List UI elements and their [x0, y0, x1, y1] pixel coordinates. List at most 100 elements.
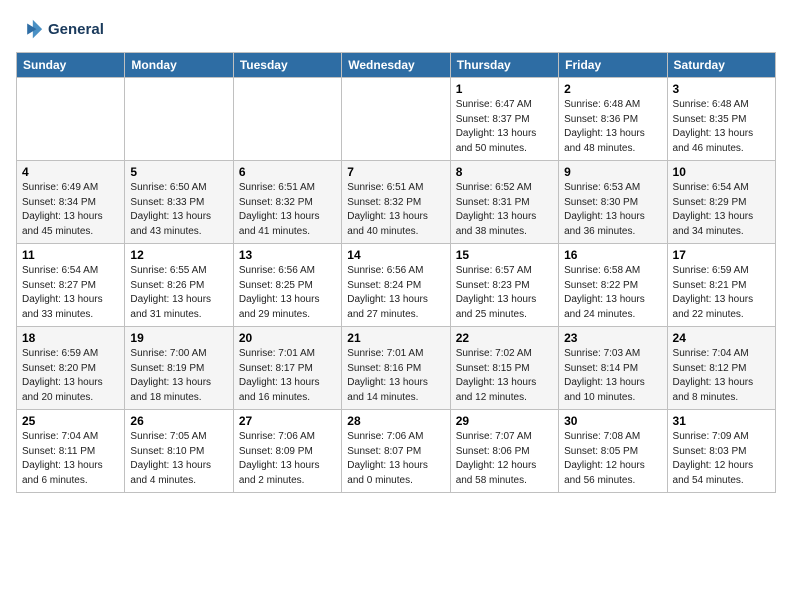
calendar-week-row: 18 Sunrise: 6:59 AM Sunset: 8:20 PM Dayli…	[17, 327, 776, 410]
calendar-cell: 18 Sunrise: 6:59 AM Sunset: 8:20 PM Dayli…	[17, 327, 125, 410]
calendar-cell: 21Sunrise: 7:01 AM Sunset: 8:16 PM Dayli…	[342, 327, 450, 410]
calendar-cell: 2Sunrise: 6:48 AM Sunset: 8:36 PM Daylig…	[559, 78, 667, 161]
day-number: 29	[456, 414, 553, 428]
calendar: SundayMondayTuesdayWednesdayThursdayFrid…	[16, 52, 776, 493]
calendar-cell: 15Sunrise: 6:57 AM Sunset: 8:23 PM Dayli…	[450, 244, 558, 327]
day-info: Sunrise: 6:57 AM Sunset: 8:23 PM Dayligh…	[456, 264, 553, 322]
day-number: 8	[456, 165, 553, 179]
day-number: 23	[564, 331, 661, 345]
calendar-cell: 20Sunrise: 7:01 AM Sunset: 8:17 PM Dayli…	[233, 327, 341, 410]
weekday-header: Wednesday	[342, 53, 450, 78]
calendar-cell: 30Sunrise: 7:08 AM Sunset: 8:05 PM Dayli…	[559, 410, 667, 493]
calendar-cell: 1 Sunrise: 6:47 AM Sunset: 8:37 PM Daylig…	[450, 78, 558, 161]
calendar-cell: 9 Sunrise: 6:53 AM Sunset: 8:30 PM Daylig…	[559, 161, 667, 244]
day-number: 28	[347, 414, 444, 428]
day-number: 6	[239, 165, 336, 179]
day-number: 4	[22, 165, 119, 179]
calendar-cell: 19 Sunrise: 7:00 AM Sunset: 8:19 PM Dayli…	[125, 327, 233, 410]
day-info: Sunrise: 7:06 AM Sunset: 8:09 PM Dayligh…	[239, 430, 336, 488]
day-number: 22	[456, 331, 553, 345]
day-info: Sunrise: 6:53 AM Sunset: 8:30 PM Dayligh…	[564, 181, 661, 239]
calendar-cell: 27Sunrise: 7:06 AM Sunset: 8:09 PM Dayli…	[233, 410, 341, 493]
day-info: Sunrise: 6:58 AM Sunset: 8:22 PM Dayligh…	[564, 264, 661, 322]
calendar-week-row: 11 Sunrise: 6:54 AM Sunset: 8:27 PM Dayli…	[17, 244, 776, 327]
day-info: Sunrise: 7:01 AM Sunset: 8:16 PM Dayligh…	[347, 347, 444, 405]
day-number: 30	[564, 414, 661, 428]
weekday-header: Friday	[559, 53, 667, 78]
calendar-cell: 26 Sunrise: 7:05 AM Sunset: 8:10 PM Dayli…	[125, 410, 233, 493]
day-number: 17	[673, 248, 770, 262]
weekday-header: Saturday	[667, 53, 775, 78]
day-info: Sunrise: 6:49 AM Sunset: 8:34 PM Dayligh…	[22, 181, 119, 239]
day-info: Sunrise: 7:02 AM Sunset: 8:15 PM Dayligh…	[456, 347, 553, 405]
day-info: Sunrise: 7:05 AM Sunset: 8:10 PM Dayligh…	[130, 430, 227, 488]
calendar-cell: 17Sunrise: 6:59 AM Sunset: 8:21 PM Dayli…	[667, 244, 775, 327]
calendar-cell: 29 Sunrise: 7:07 AM Sunset: 8:06 PM Dayli…	[450, 410, 558, 493]
day-info: Sunrise: 6:56 AM Sunset: 8:25 PM Dayligh…	[239, 264, 336, 322]
day-number: 25	[22, 414, 119, 428]
calendar-cell: 3 Sunrise: 6:48 AM Sunset: 8:35 PM Daylig…	[667, 78, 775, 161]
day-number: 3	[673, 82, 770, 96]
calendar-cell	[125, 78, 233, 161]
day-number: 31	[673, 414, 770, 428]
calendar-cell	[342, 78, 450, 161]
calendar-cell: 10 Sunrise: 6:54 AM Sunset: 8:29 PM Dayli…	[667, 161, 775, 244]
logo: General	[16, 16, 104, 44]
day-info: Sunrise: 7:04 AM Sunset: 8:11 PM Dayligh…	[22, 430, 119, 488]
day-number: 1	[456, 82, 553, 96]
day-info: Sunrise: 6:55 AM Sunset: 8:26 PM Dayligh…	[130, 264, 227, 322]
day-number: 9	[564, 165, 661, 179]
calendar-cell: 5Sunrise: 6:50 AM Sunset: 8:33 PM Daylig…	[125, 161, 233, 244]
weekday-header: Tuesday	[233, 53, 341, 78]
day-number: 10	[673, 165, 770, 179]
day-number: 19	[130, 331, 227, 345]
calendar-cell: 14 Sunrise: 6:56 AM Sunset: 8:24 PM Dayli…	[342, 244, 450, 327]
day-info: Sunrise: 6:56 AM Sunset: 8:24 PM Dayligh…	[347, 264, 444, 322]
day-info: Sunrise: 7:04 AM Sunset: 8:12 PM Dayligh…	[673, 347, 770, 405]
calendar-cell: 13 Sunrise: 6:56 AM Sunset: 8:25 PM Dayli…	[233, 244, 341, 327]
day-number: 26	[130, 414, 227, 428]
day-info: Sunrise: 7:06 AM Sunset: 8:07 PM Dayligh…	[347, 430, 444, 488]
calendar-cell	[17, 78, 125, 161]
calendar-cell: 4 Sunrise: 6:49 AM Sunset: 8:34 PM Daylig…	[17, 161, 125, 244]
calendar-cell: 12 Sunrise: 6:55 AM Sunset: 8:26 PM Dayli…	[125, 244, 233, 327]
day-info: Sunrise: 7:03 AM Sunset: 8:14 PM Dayligh…	[564, 347, 661, 405]
calendar-cell	[233, 78, 341, 161]
day-info: Sunrise: 6:52 AM Sunset: 8:31 PM Dayligh…	[456, 181, 553, 239]
calendar-cell: 7 Sunrise: 6:51 AM Sunset: 8:32 PM Daylig…	[342, 161, 450, 244]
calendar-cell: 16Sunrise: 6:58 AM Sunset: 8:22 PM Dayli…	[559, 244, 667, 327]
calendar-week-row: 4 Sunrise: 6:49 AM Sunset: 8:34 PM Daylig…	[17, 161, 776, 244]
calendar-week-row: 25 Sunrise: 7:04 AM Sunset: 8:11 PM Dayli…	[17, 410, 776, 493]
day-number: 18	[22, 331, 119, 345]
weekday-header: Monday	[125, 53, 233, 78]
logo-icon	[16, 16, 44, 44]
calendar-cell: 28 Sunrise: 7:06 AM Sunset: 8:07 PM Dayli…	[342, 410, 450, 493]
day-info: Sunrise: 6:48 AM Sunset: 8:35 PM Dayligh…	[673, 98, 770, 156]
weekday-header-row: SundayMondayTuesdayWednesdayThursdayFrid…	[17, 53, 776, 78]
calendar-cell: 8 Sunrise: 6:52 AM Sunset: 8:31 PM Daylig…	[450, 161, 558, 244]
day-info: Sunrise: 6:51 AM Sunset: 8:32 PM Dayligh…	[347, 181, 444, 239]
day-info: Sunrise: 7:09 AM Sunset: 8:03 PM Dayligh…	[673, 430, 770, 488]
day-info: Sunrise: 6:47 AM Sunset: 8:37 PM Dayligh…	[456, 98, 553, 156]
day-number: 11	[22, 248, 119, 262]
calendar-week-row: 1 Sunrise: 6:47 AM Sunset: 8:37 PM Daylig…	[17, 78, 776, 161]
day-info: Sunrise: 7:00 AM Sunset: 8:19 PM Dayligh…	[130, 347, 227, 405]
calendar-cell: 22 Sunrise: 7:02 AM Sunset: 8:15 PM Dayli…	[450, 327, 558, 410]
day-number: 7	[347, 165, 444, 179]
weekday-header: Sunday	[17, 53, 125, 78]
day-info: Sunrise: 7:07 AM Sunset: 8:06 PM Dayligh…	[456, 430, 553, 488]
weekday-header: Thursday	[450, 53, 558, 78]
day-number: 12	[130, 248, 227, 262]
day-info: Sunrise: 6:51 AM Sunset: 8:32 PM Dayligh…	[239, 181, 336, 239]
calendar-cell: 31 Sunrise: 7:09 AM Sunset: 8:03 PM Dayli…	[667, 410, 775, 493]
day-info: Sunrise: 6:54 AM Sunset: 8:27 PM Dayligh…	[22, 264, 119, 322]
day-number: 13	[239, 248, 336, 262]
day-info: Sunrise: 6:59 AM Sunset: 8:20 PM Dayligh…	[22, 347, 119, 405]
page-header: General	[16, 16, 776, 44]
day-info: Sunrise: 6:54 AM Sunset: 8:29 PM Dayligh…	[673, 181, 770, 239]
day-number: 14	[347, 248, 444, 262]
calendar-cell: 23 Sunrise: 7:03 AM Sunset: 8:14 PM Dayli…	[559, 327, 667, 410]
day-info: Sunrise: 6:48 AM Sunset: 8:36 PM Dayligh…	[564, 98, 661, 156]
calendar-cell: 24Sunrise: 7:04 AM Sunset: 8:12 PM Dayli…	[667, 327, 775, 410]
calendar-cell: 25 Sunrise: 7:04 AM Sunset: 8:11 PM Dayli…	[17, 410, 125, 493]
